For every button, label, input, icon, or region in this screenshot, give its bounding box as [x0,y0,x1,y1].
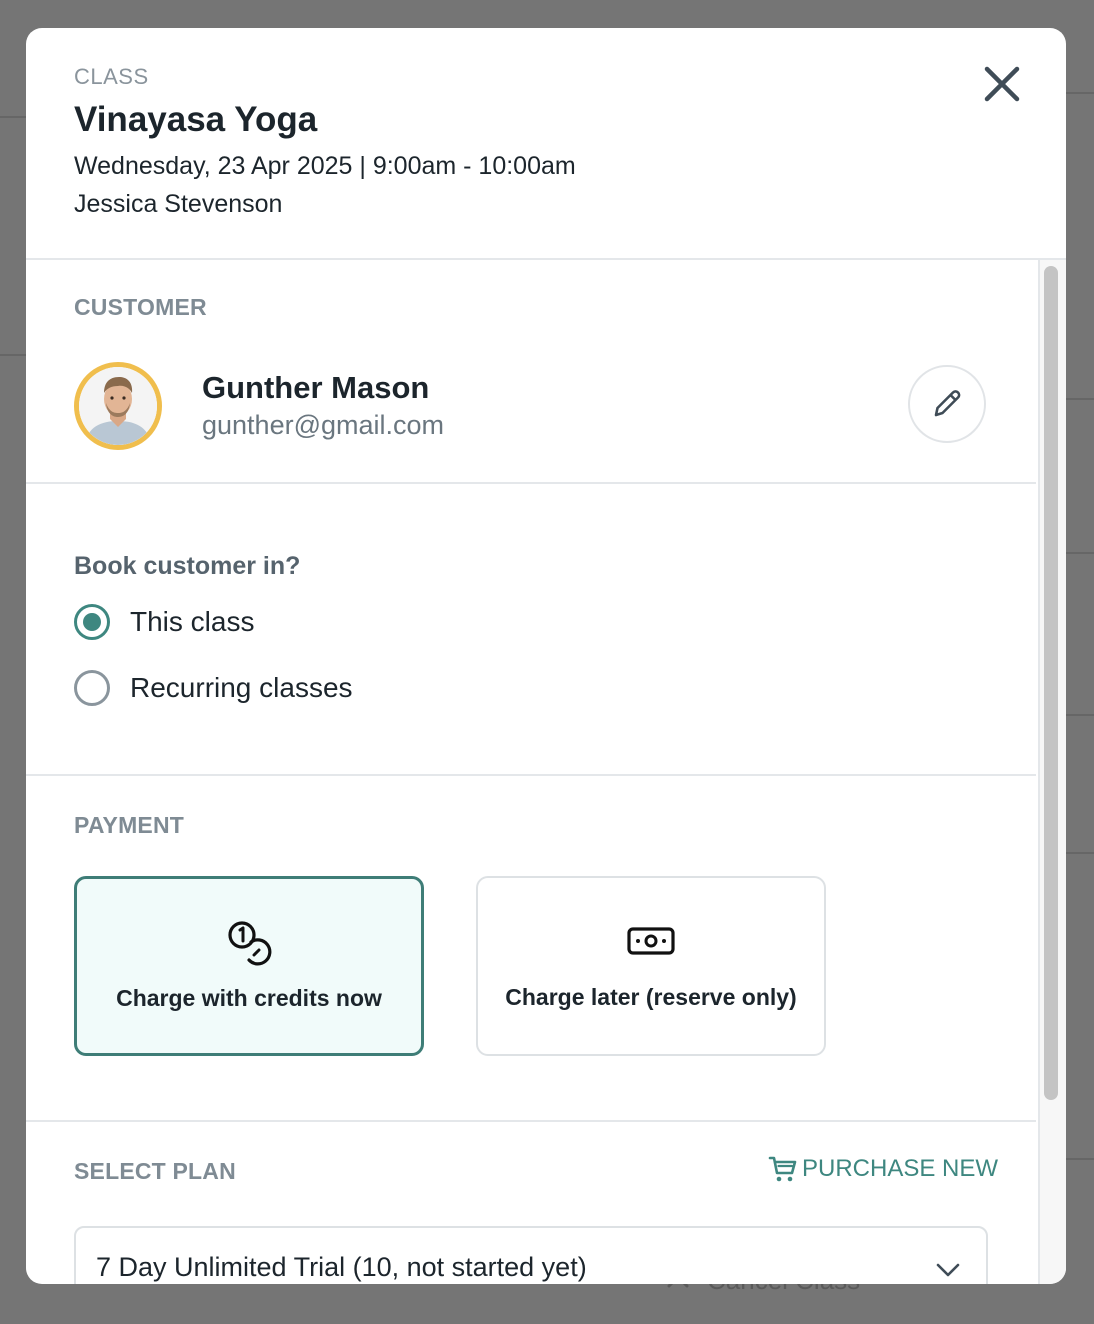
avatar [74,362,162,450]
radio-recurring-classes[interactable]: Recurring classes [74,670,353,706]
radio-this-class[interactable]: This class [74,604,254,640]
radio-label: Recurring classes [130,672,353,703]
class-eyebrow: CLASS [74,64,149,89]
backdrop-divider [0,354,26,356]
payment-option-label: Charge with credits now [116,985,382,1011]
payment-option-charge-later[interactable]: Charge later (reserve only) [476,876,826,1056]
pencil-icon [934,390,961,417]
cash-icon [627,927,675,955]
payment-section-label: PAYMENT [74,812,185,838]
payment-option-credits[interactable]: Charge with credits now [74,876,424,1056]
purchase-new-label: PURCHASE NEW [802,1155,999,1182]
chevron-down-icon [936,1263,960,1277]
class-datetime: Wednesday, 23 Apr 2025 | 9:00am - 10:00a… [74,152,576,180]
scrollbar-thumb[interactable] [1044,266,1058,1100]
edit-customer-button[interactable] [908,365,986,443]
backdrop-divider [1066,852,1094,854]
customer-section-label: CUSTOMER [74,294,207,320]
purchase-new-link[interactable]: PURCHASE NEW [768,1154,998,1184]
cart-icon [768,1156,797,1182]
class-instructor: Jessica Stevenson [74,190,283,218]
customer-email: gunther@gmail.com [202,410,445,440]
modal-body: CUSTOMER Gunther Mason gunther@gmail.com [26,260,1036,1284]
avatar-portrait [79,367,157,445]
radio-button[interactable] [74,604,110,640]
plan-select-value: 7 Day Unlimited Trial (10, not started y… [96,1252,587,1282]
plan-section: SELECT PLAN PURCHASE NEW 7 Day Unlimited… [26,1122,1036,1284]
close-icon [984,66,1020,102]
backdrop-divider [1066,714,1094,716]
payment-option-label: Charge later (reserve only) [505,984,797,1010]
plan-select[interactable]: 7 Day Unlimited Trial (10, not started y… [74,1226,988,1284]
backdrop-divider [0,116,26,118]
radio-button[interactable] [74,670,110,706]
modal-header: CLASS Vinayasa Yoga Wednesday, 23 Apr 20… [26,28,1066,260]
book-customer-modal: CLASS Vinayasa Yoga Wednesday, 23 Apr 20… [26,28,1066,1284]
backdrop-divider [1066,398,1094,400]
plan-section-label: SELECT PLAN [74,1158,236,1184]
book-question: Book customer in? [74,552,301,580]
payment-section: PAYMENT Charge with credits now Charge l… [26,776,1036,1122]
backdrop-divider [1066,552,1094,554]
customer-section: CUSTOMER Gunther Mason gunther@gmail.com [26,260,1036,484]
backdrop-divider [1066,92,1094,94]
coins-icon [228,921,272,966]
radio-label: This class [130,606,255,637]
customer-name: Gunther Mason [202,370,430,405]
close-button[interactable] [978,60,1026,108]
booking-section: Book customer in? This class Recurring c… [26,484,1036,776]
backdrop-divider [1066,1158,1094,1160]
class-title: Vinayasa Yoga [74,100,318,139]
